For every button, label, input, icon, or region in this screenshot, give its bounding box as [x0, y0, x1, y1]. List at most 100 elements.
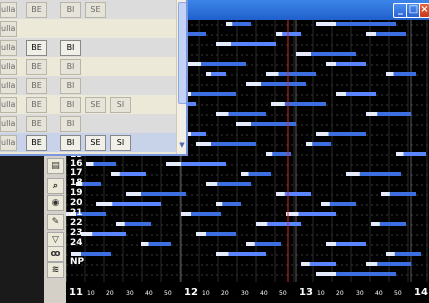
edit-icon[interactable]: ✎ — [47, 214, 64, 230]
row-label: 20 — [70, 198, 83, 208]
status-cell[interactable]: BI — [60, 78, 81, 94]
row-label: 23 — [70, 228, 83, 238]
schedule-bar-cap — [346, 172, 360, 176]
row-label: NP — [70, 257, 85, 267]
row-label: 21 — [70, 208, 83, 218]
axis-minute-label: 10 — [202, 290, 210, 297]
schedule-bar-cap — [141, 242, 149, 246]
schedule-bar-cap — [246, 82, 261, 86]
schedule-bar-cap — [236, 122, 251, 126]
schedule-bar-cap — [181, 212, 191, 216]
schedule-bar-cap — [276, 192, 285, 196]
table-row[interactable]: ulla — [0, 19, 176, 38]
status-cell[interactable]: BE — [26, 2, 47, 18]
status-cell[interactable]: BI — [60, 116, 81, 132]
status-cell[interactable]: SI — [110, 97, 131, 113]
target-icon[interactable]: ◉ — [47, 195, 64, 211]
schedule-bar-cap — [246, 242, 255, 246]
schedule-bar-cap — [266, 152, 273, 156]
schedule-bar-cap — [326, 62, 336, 66]
schedule-bar-cap — [216, 42, 231, 46]
row-id-cell: ulla — [0, 116, 17, 132]
vertical-scrollbar[interactable]: ▼ — [176, 0, 186, 154]
axis-minute-label: 10 — [87, 290, 95, 297]
row-id-cell: ulla — [0, 59, 17, 75]
status-cell[interactable]: BE — [26, 135, 47, 151]
print-icon[interactable]: ▤ — [47, 158, 64, 174]
schedule-bar-cap — [276, 32, 283, 36]
schedule-bar-cap — [316, 272, 336, 276]
table-row[interactable]: ulla BE BI — [0, 38, 176, 57]
scroll-down-icon[interactable]: ▼ — [178, 140, 186, 150]
schedule-bar-cap — [241, 172, 249, 176]
axis-hour-label: 13 — [299, 287, 313, 298]
status-cell[interactable]: BI — [60, 59, 81, 75]
schedule-bar-cap — [271, 102, 285, 106]
schedule-bar-cap — [96, 202, 113, 206]
status-cell[interactable]: SE — [85, 135, 106, 151]
screen: _ □ × ▤⌕◉✎▽ꝏ≋ 15161718192021222324NP 111… — [0, 0, 429, 303]
schedule-bar-cap — [296, 52, 311, 56]
schedule-bar-cap — [196, 142, 211, 146]
status-cell[interactable]: BE — [26, 97, 47, 113]
status-cell[interactable]: BI — [60, 135, 81, 151]
table-row[interactable]: ulla BE BI — [0, 57, 176, 76]
status-cell[interactable]: BI — [60, 2, 81, 18]
schedule-bar-cap — [116, 222, 125, 226]
schedule-bar-cap — [226, 22, 233, 26]
schedule-bar-cap — [386, 252, 395, 256]
axis-minute-label: 50 — [394, 290, 402, 297]
schedule-bar-cap — [206, 72, 211, 76]
row-label: 19 — [70, 188, 83, 198]
schedule-bar-cap — [336, 92, 346, 96]
status-cell[interactable]: SE — [85, 2, 106, 18]
row-id-cell: ulla — [0, 78, 17, 94]
status-cell[interactable]: SE — [85, 97, 106, 113]
schedule-bar-cap — [366, 32, 376, 36]
schedule-bar-cap — [216, 112, 229, 116]
axis-hour-label: 11 — [69, 287, 83, 298]
table-row[interactable]: ulla BE BI — [0, 76, 176, 95]
row-label: 22 — [70, 218, 83, 228]
schedule-bar-cap — [316, 132, 329, 136]
schedule-bar-cap — [266, 72, 279, 76]
status-cell[interactable]: BE — [26, 59, 47, 75]
axis-minute-label: 20 — [221, 290, 229, 297]
schedule-bar-cap — [386, 72, 394, 76]
table-row[interactable]: ulla BE BI — [0, 114, 176, 133]
schedule-bar-cap — [321, 202, 330, 206]
schedule-bar-cap — [366, 262, 378, 266]
status-cell[interactable]: BI — [60, 40, 81, 56]
axis-minute-label: 40 — [260, 290, 268, 297]
scrollbar-thumb[interactable] — [178, 2, 186, 104]
binoculars-icon[interactable]: ꝏ — [47, 246, 64, 262]
search-icon[interactable]: ⌕ — [47, 178, 64, 194]
close-button[interactable]: × — [419, 3, 429, 18]
axis-minute-label: 50 — [164, 290, 172, 297]
row-label: 17 — [70, 168, 83, 178]
axis-minute-label: 20 — [106, 290, 114, 297]
table-row[interactable]: ulla BE BI SE SI — [0, 95, 176, 114]
axis-minute-label: 10 — [317, 290, 325, 297]
row-id-cell: ulla — [0, 40, 17, 56]
schedule-bar-cap — [381, 192, 390, 196]
axis-hour-label: 12 — [184, 287, 198, 298]
schedule-bar-cap — [186, 62, 201, 66]
schedule-bar-cap — [216, 252, 229, 256]
status-cell[interactable]: BE — [26, 40, 47, 56]
row-id-cell: ulla — [0, 2, 17, 18]
status-cell[interactable]: SI — [110, 135, 131, 151]
status-cell[interactable]: BE — [26, 78, 47, 94]
table-row[interactable]: ulla BE BI SE SI — [0, 133, 176, 152]
layers-icon[interactable]: ≋ — [47, 262, 64, 278]
schedule-bar-cap — [366, 112, 378, 116]
axis-minute-label: 40 — [375, 290, 383, 297]
table-row[interactable]: ulla BE BI SE — [0, 0, 176, 19]
status-cell[interactable]: BI — [60, 97, 81, 113]
schedule-dialog: ulla BE BI SE ulla ulla BE BI ulla BE BI ulla BE BI ul… — [0, 0, 188, 156]
schedule-bar-cap — [166, 162, 181, 166]
schedule-bar-cap — [206, 182, 218, 186]
schedule-bar-cap — [126, 192, 141, 196]
status-cell[interactable]: BE — [26, 116, 47, 132]
schedule-bar-cap — [256, 222, 268, 226]
